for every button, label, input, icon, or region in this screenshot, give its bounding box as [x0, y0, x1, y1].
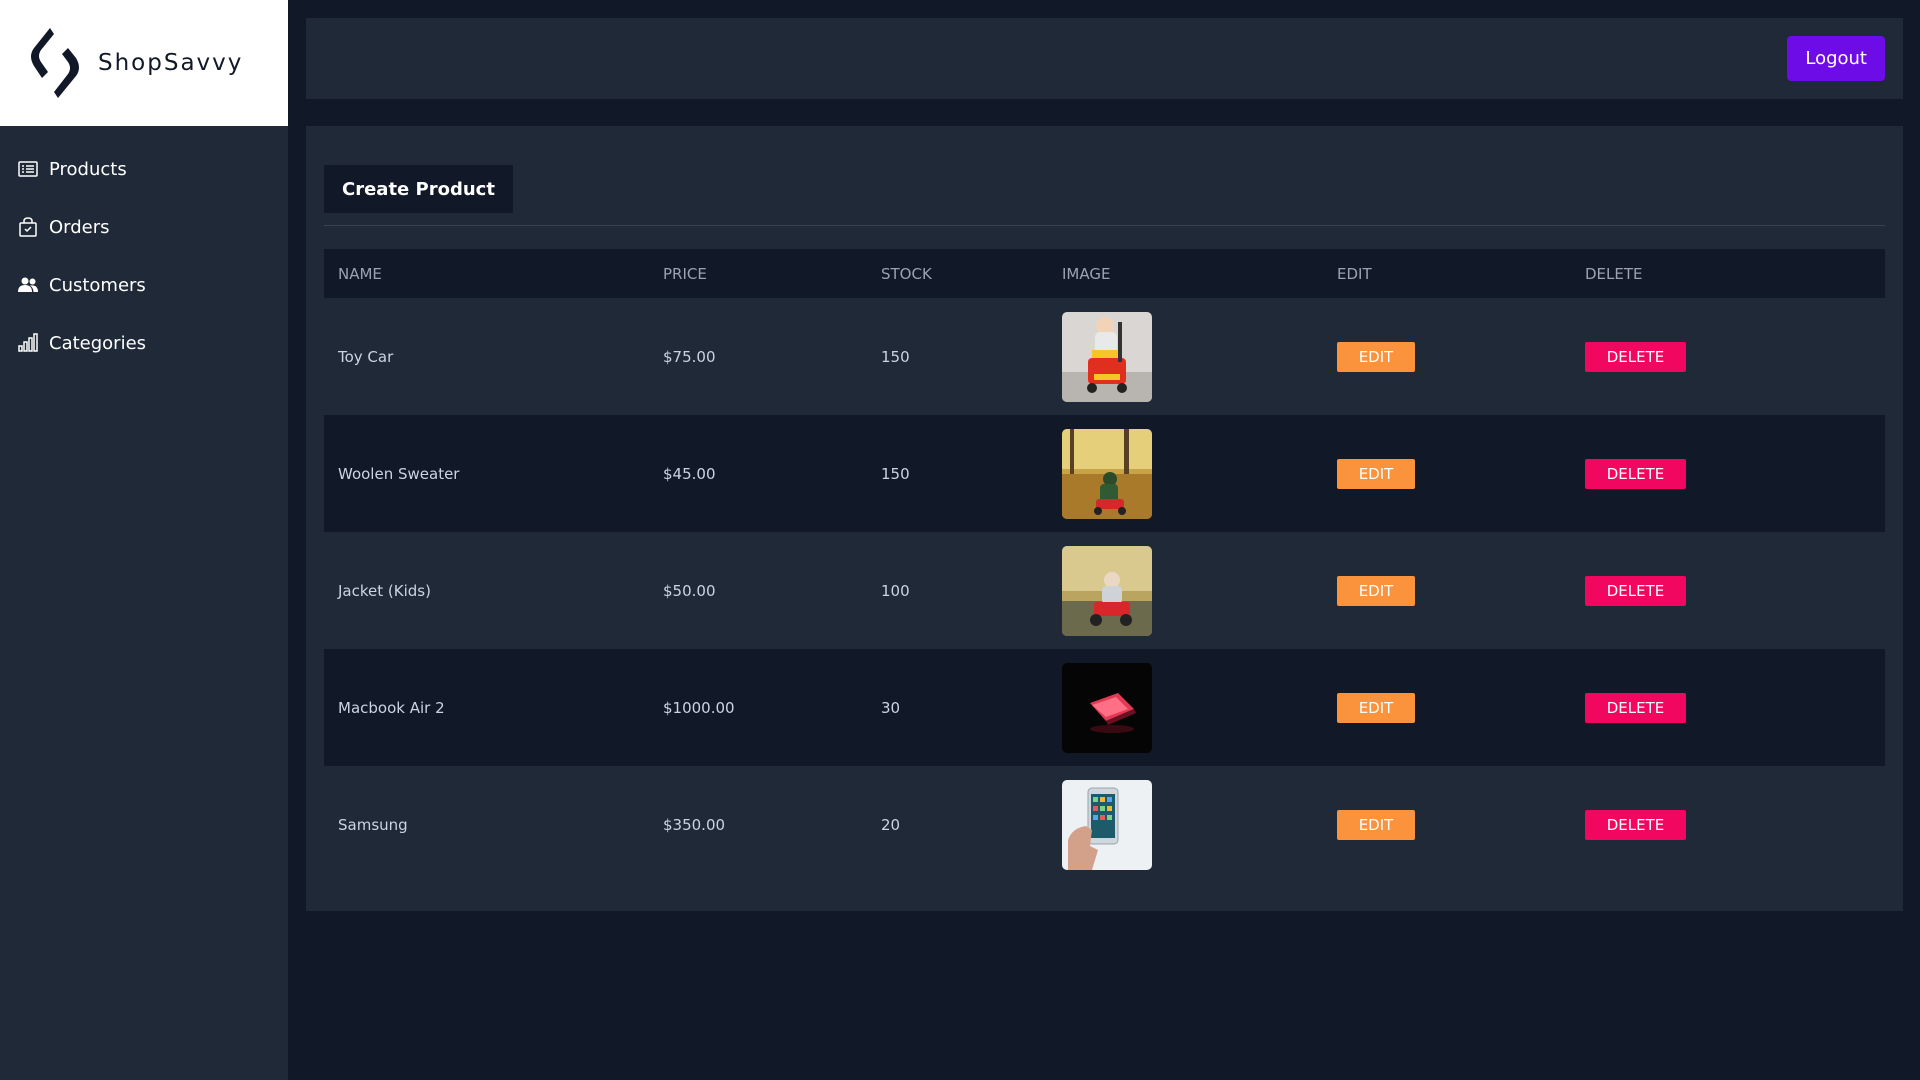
divider	[324, 225, 1885, 226]
product-name: Woolen Sweater	[338, 464, 460, 483]
users-icon	[18, 277, 38, 292]
column-header-delete: DELETE	[1585, 264, 1643, 283]
sidebar-item-customers[interactable]: Customers	[0, 256, 288, 314]
column-header-image: IMAGE	[1062, 264, 1111, 283]
products-panel: Create Product NAME PRICE STOCK IMAGE ED…	[306, 126, 1903, 911]
delete-button[interactable]: DELETE	[1585, 809, 1686, 840]
table-row: Jacket (Kids) $50.00 100 EDIT DELETE	[324, 532, 1885, 649]
edit-button[interactable]: EDIT	[1337, 692, 1415, 723]
product-price: $75.00	[663, 347, 716, 366]
product-stock: 20	[881, 815, 901, 834]
toy-car-photo	[1062, 311, 1152, 402]
laptop-red-light-photo	[1062, 662, 1152, 753]
table-row: Woolen Sweater $45.00 150 EDIT DELETE	[324, 415, 1885, 532]
sidebar-item-products[interactable]: Products	[0, 140, 288, 198]
delete-button[interactable]: DELETE	[1585, 458, 1686, 489]
product-name: Toy Car	[338, 347, 394, 366]
product-price: $1000.00	[663, 698, 735, 717]
sidebar-item-label: Products	[49, 158, 127, 180]
column-header-stock: STOCK	[881, 264, 932, 283]
brand[interactable]: ShopSavvy	[0, 0, 288, 126]
product-name: Samsung	[338, 815, 408, 834]
list-icon	[18, 161, 38, 177]
child-red-car-photo	[1062, 545, 1152, 636]
edit-button[interactable]: EDIT	[1337, 575, 1415, 606]
product-price: $45.00	[663, 464, 716, 483]
phone-in-hand-photo	[1062, 779, 1152, 870]
delete-button[interactable]: DELETE	[1585, 341, 1686, 372]
product-name: Macbook Air 2	[338, 698, 445, 717]
logout-button[interactable]: Logout	[1787, 36, 1885, 81]
top-bar: Logout	[306, 18, 1903, 99]
sidebar-item-categories[interactable]: Categories	[0, 314, 288, 372]
product-stock: 30	[881, 698, 901, 717]
create-product-button[interactable]: Create Product	[324, 165, 513, 213]
edit-button[interactable]: EDIT	[1337, 809, 1415, 840]
sidebar-item-label: Orders	[49, 216, 110, 238]
child-autumn-photo	[1062, 428, 1152, 519]
delete-button[interactable]: DELETE	[1585, 692, 1686, 723]
product-price: $50.00	[663, 581, 716, 600]
shopsavvy-logo-icon	[31, 28, 79, 98]
product-stock: 150	[881, 347, 910, 366]
sidebar: ShopSavvy Products Orders Customers Cate…	[0, 0, 288, 1080]
table-header: NAME PRICE STOCK IMAGE EDIT DELETE	[324, 249, 1885, 298]
column-header-name: NAME	[338, 264, 382, 283]
sidebar-item-label: Customers	[49, 274, 146, 296]
product-stock: 150	[881, 464, 910, 483]
bar-chart-icon	[18, 333, 38, 352]
edit-button[interactable]: EDIT	[1337, 341, 1415, 372]
product-stock: 100	[881, 581, 910, 600]
brand-name: ShopSavvy	[98, 50, 244, 76]
table-row: Samsung $350.00 20 EDIT DELETE	[324, 766, 1885, 883]
product-name: Jacket (Kids)	[338, 581, 431, 600]
sidebar-item-label: Categories	[49, 332, 147, 354]
table-row: Toy Car $75.00 150 EDIT DELETE	[324, 298, 1885, 415]
products-table: NAME PRICE STOCK IMAGE EDIT DELETE Toy C…	[324, 249, 1885, 883]
delete-button[interactable]: DELETE	[1585, 575, 1686, 606]
product-price: $350.00	[663, 815, 726, 834]
table-row: Macbook Air 2 $1000.00 30 EDIT DELETE	[324, 649, 1885, 766]
edit-button[interactable]: EDIT	[1337, 458, 1415, 489]
column-header-edit: EDIT	[1337, 264, 1372, 283]
sidebar-nav: Products Orders Customers Categories	[0, 126, 288, 372]
column-header-price: PRICE	[663, 264, 707, 283]
shopping-bag-icon	[19, 217, 37, 237]
sidebar-item-orders[interactable]: Orders	[0, 198, 288, 256]
